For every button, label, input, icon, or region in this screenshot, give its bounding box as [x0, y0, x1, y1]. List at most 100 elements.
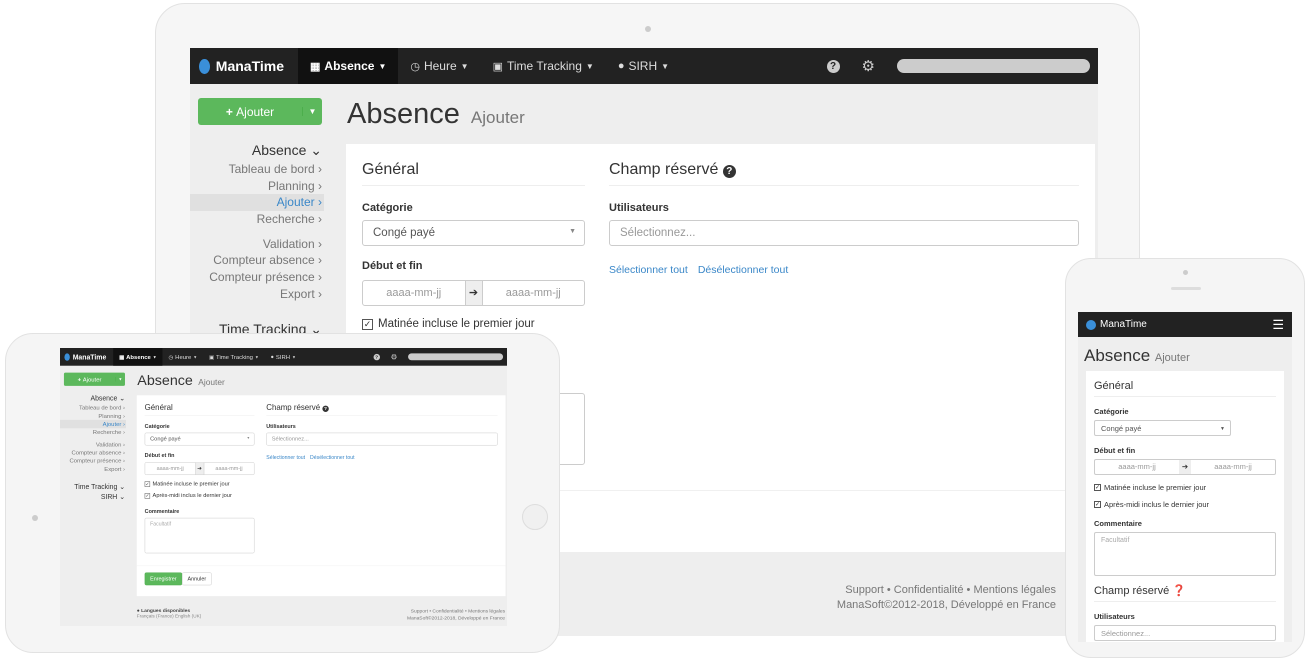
category-select[interactable]: Congé payé▼: [362, 220, 585, 246]
users-select[interactable]: Sélectionnez...: [266, 433, 497, 446]
sidebar-group-sirh[interactable]: SIRH ⌄: [60, 492, 126, 500]
nav-absence[interactable]: ▦Absence▼: [113, 348, 162, 366]
item-label: Compteur présence: [69, 457, 121, 464]
users-select[interactable]: Sélectionnez...: [609, 220, 1079, 246]
page-title: Absence Ajouter: [137, 373, 225, 389]
afternoon-checkbox[interactable]: ✓Après-midi inclus le dernier jour: [1094, 500, 1276, 509]
sidebar-item[interactable]: Tableau de bord ›: [60, 404, 126, 412]
select-all-link[interactable]: Sélectionner tout: [609, 264, 688, 276]
sidebar-item[interactable]: Compteur absence ›: [190, 252, 324, 269]
sidebar-group-absence[interactable]: Absence ⌄: [190, 142, 324, 159]
gear-icon[interactable]: ⚙: [391, 352, 398, 361]
dates-label: Début et fin: [1094, 446, 1276, 455]
sidebar-item[interactable]: Validation ›: [60, 440, 126, 448]
search-input[interactable]: [897, 59, 1090, 73]
footer-nav-links[interactable]: Support • Confidentialité • Mentions lég…: [837, 583, 1056, 598]
sidebar-group-time-tracking[interactable]: Time Tracking ⌄: [60, 482, 126, 490]
search-input[interactable]: [408, 353, 503, 360]
add-button[interactable]: + Ajouter▼: [64, 373, 125, 386]
checkbox-checked-icon[interactable]: ✓: [145, 481, 150, 486]
sidebar-group-absence[interactable]: Absence ⌄: [60, 394, 126, 402]
sidebar-item[interactable]: Planning ›: [190, 178, 324, 195]
end-date-input[interactable]: aaaa-mm-jj: [1191, 460, 1275, 474]
nav-heure[interactable]: ◷Heure▼: [163, 348, 203, 366]
brand-name: ManaTime: [73, 353, 107, 361]
start-date-input[interactable]: aaaa-mm-jj: [145, 463, 195, 475]
logo-icon: [199, 59, 210, 74]
morning-checkbox[interactable]: ✓Matinée incluse le premier jour: [1094, 483, 1276, 492]
section-title: Champ réservé: [609, 161, 718, 178]
title-text: Absence: [1084, 346, 1150, 365]
checkbox-checked-icon[interactable]: ✓: [1094, 501, 1101, 508]
question-circle-icon[interactable]: ?: [723, 165, 736, 178]
question-circle-icon[interactable]: ?: [373, 354, 379, 360]
brand-name[interactable]: ManaTime: [1100, 319, 1147, 330]
add-button-main[interactable]: + Ajouter: [64, 376, 115, 383]
sidebar-item[interactable]: Export ›: [190, 286, 324, 303]
deselect-all-link[interactable]: Désélectionner tout: [310, 454, 355, 460]
select-all-link[interactable]: Sélectionner tout: [266, 454, 305, 460]
start-date-input[interactable]: aaaa-mm-jj: [1095, 460, 1179, 474]
checkbox-checked-icon[interactable]: ✓: [1094, 484, 1101, 491]
sidebar-item-current[interactable]: Ajouter ›: [190, 194, 324, 211]
spacer: [190, 228, 324, 236]
morning-checkbox[interactable]: ✓Matinée incluse le premier jour: [145, 481, 230, 487]
nav-sirh[interactable]: ●SIRH▼: [265, 348, 302, 366]
item-label: Ajouter: [103, 421, 122, 428]
nav-heure[interactable]: ◷Heure▼: [398, 48, 480, 84]
caret-down-icon[interactable]: ▼: [302, 107, 322, 116]
badge-icon: ▣: [209, 354, 214, 360]
question-circle-icon[interactable]: ❓: [1172, 585, 1186, 597]
tablet-screen: ManaTime ▦Absence▼ ◷Heure▼ ▣Time Trackin…: [60, 348, 507, 626]
nav-time-tracking[interactable]: ▣Time Tracking▼: [481, 48, 606, 84]
save-button[interactable]: Enregistrer: [145, 572, 182, 585]
checkbox-checked-icon[interactable]: ✓: [362, 319, 373, 330]
language-links[interactable]: Français (France) English (UK): [137, 613, 201, 618]
sidebar-item[interactable]: Validation ›: [190, 236, 324, 253]
cancel-button[interactable]: Annuler: [182, 572, 211, 585]
sidebar-item[interactable]: Recherche ›: [60, 428, 126, 436]
question-circle-icon[interactable]: ?: [827, 60, 840, 73]
hamburger-menu-icon[interactable]: ☰: [1272, 317, 1284, 333]
footer-nav-links[interactable]: Support • Confidentialité • Mentions lég…: [407, 608, 505, 615]
end-date-input[interactable]: aaaa-mm-jj: [204, 463, 254, 475]
arrow-right-icon: ➔: [195, 463, 204, 475]
gear-icon[interactable]: ⚙: [862, 57, 875, 75]
morning-checkbox[interactable]: ✓Matinée incluse le premier jour: [362, 318, 535, 330]
nav-right: ? ⚙: [827, 57, 1098, 75]
end-date-input[interactable]: aaaa-mm-jj: [483, 281, 585, 305]
sidebar-item[interactable]: Recherche ›: [190, 211, 324, 228]
brand-logo[interactable]: ManaTime: [60, 353, 113, 361]
sidebar-item[interactable]: Planning ›: [60, 412, 126, 420]
users-select[interactable]: Sélectionnez...: [1094, 625, 1276, 641]
users-label: Utilisateurs: [1094, 612, 1276, 621]
comment-textarea[interactable]: Facultatif: [145, 518, 255, 553]
brand-logo[interactable]: ManaTime: [190, 58, 298, 74]
nav-label: SIRH: [628, 59, 657, 73]
nav-absence[interactable]: ▦Absence▼: [298, 48, 398, 84]
nav-sirh[interactable]: ●SIRH▼: [606, 48, 681, 84]
title-text: Absence: [347, 98, 460, 130]
sidebar-item[interactable]: Export ›: [60, 465, 126, 473]
start-date-input[interactable]: aaaa-mm-jj: [363, 281, 465, 305]
deselect-all-link[interactable]: Désélectionner tout: [698, 264, 788, 276]
add-button-main[interactable]: + Ajouter: [198, 105, 302, 119]
footer-languages: ● Langues disponiblesFrançais (France) E…: [137, 608, 201, 619]
sidebar-item[interactable]: Tableau de bord ›: [190, 161, 324, 178]
question-circle-icon[interactable]: ?: [322, 406, 328, 412]
caret-down-icon[interactable]: ▼: [115, 377, 125, 381]
camera-dot: [32, 515, 38, 521]
category-select[interactable]: Congé payé▼: [1094, 420, 1231, 436]
section-general: Général: [1094, 371, 1276, 397]
nav-time-tracking[interactable]: ▣Time Tracking▼: [203, 348, 265, 366]
comment-textarea[interactable]: Facultatif: [1094, 532, 1276, 576]
sidebar-item-current[interactable]: Ajouter ›: [60, 420, 126, 428]
sidebar-item[interactable]: Compteur présence ›: [60, 457, 126, 465]
add-button[interactable]: + Ajouter▼: [198, 98, 322, 125]
sidebar-item[interactable]: Compteur présence ›: [190, 269, 324, 286]
sidebar-item[interactable]: Compteur absence ›: [60, 449, 126, 457]
afternoon-checkbox[interactable]: ✓Après-midi inclus le dernier jour: [145, 493, 232, 499]
category-select[interactable]: Congé payé▼: [145, 433, 255, 446]
caret-down-icon: ▼: [1220, 426, 1225, 432]
checkbox-checked-icon[interactable]: ✓: [145, 493, 150, 498]
